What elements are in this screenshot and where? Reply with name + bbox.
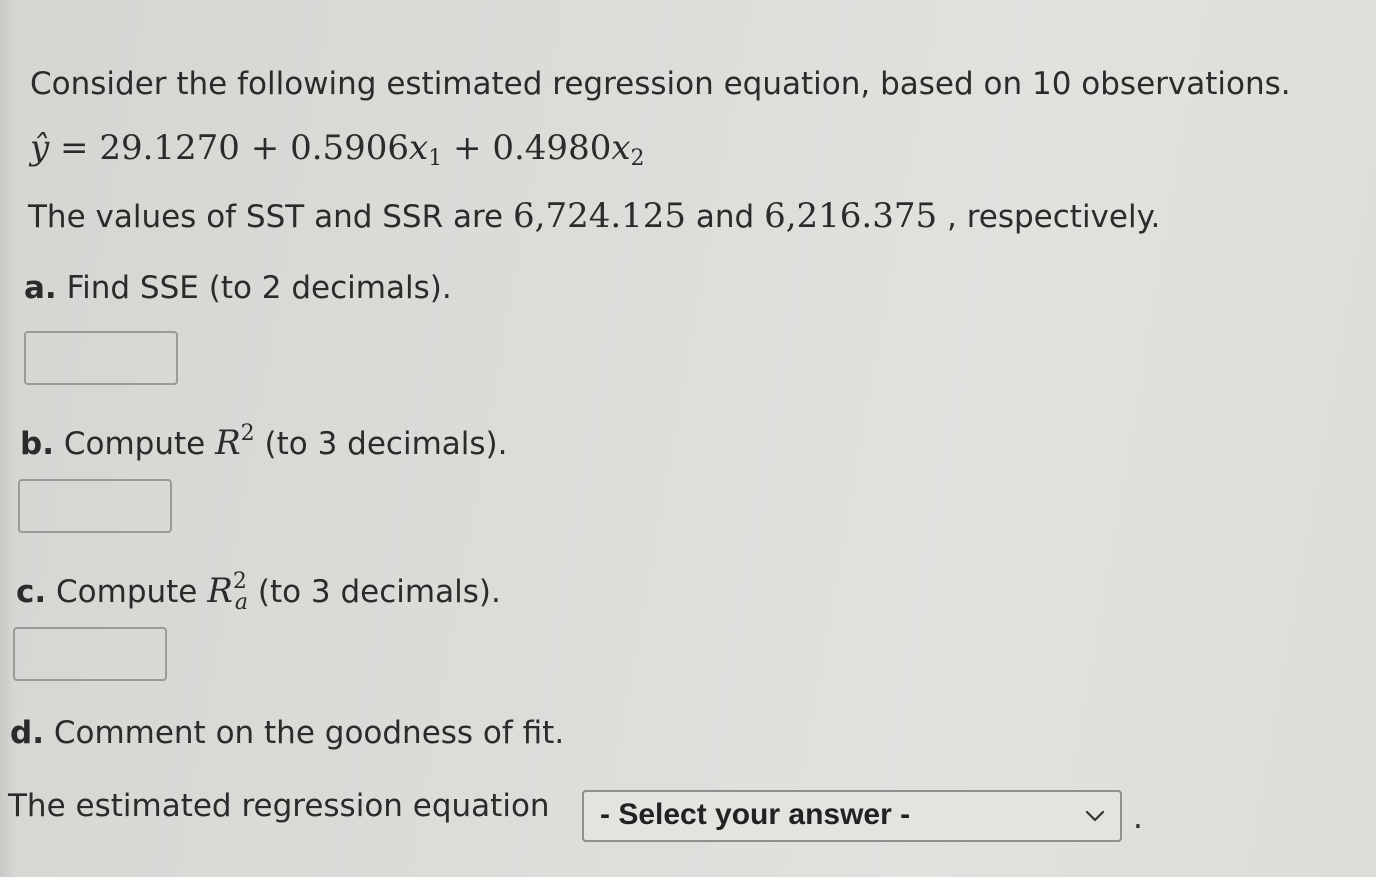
r-squared-answer-input[interactable]: [18, 479, 172, 533]
part-b-question: b. Compute R2 (to 3 decimals).: [20, 414, 508, 464]
ra-symbol: R: [207, 571, 233, 611]
given-values: The values of SST and SSR are 6,724.125 …: [28, 196, 1160, 237]
given-middle: and: [695, 199, 755, 235]
r-symbol: R: [215, 423, 241, 463]
conclusion-period: .: [1133, 800, 1143, 836]
equation-intercept: 29.1270: [99, 128, 240, 168]
adjusted-r-squared-symbol: R2a: [207, 569, 248, 615]
select-label: - Select your answer -: [600, 798, 911, 831]
part-b-letter: b.: [20, 426, 54, 462]
equation-x2: x: [611, 128, 631, 168]
equation-x1-subscript: 1: [428, 146, 443, 171]
r-superscript: 2: [240, 421, 255, 446]
part-c-text-after: (to 3 decimals).: [257, 574, 501, 610]
part-a-letter: a.: [24, 270, 57, 306]
ra-subscript: a: [234, 590, 248, 615]
r-squared-symbol: R2: [215, 421, 255, 463]
part-a-question: a. Find SSE (to 2 decimals).: [24, 268, 452, 308]
regression-equation: ŷ = 29.1270 + 0.5906x1 + 0.4980x2: [30, 128, 645, 179]
sst-value: 6,724.125: [513, 196, 687, 236]
part-d-letter: d.: [10, 715, 44, 751]
part-d-text: Comment on the goodness of fit.: [53, 715, 565, 751]
equation-coef-1: 0.5906: [290, 128, 410, 168]
part-c-letter: c.: [16, 574, 47, 610]
equation-x1: x: [409, 128, 429, 168]
part-a-text: Find SSE (to 2 decimals).: [66, 270, 452, 306]
intro-text: Consider the following estimated regress…: [30, 66, 1291, 102]
ssr-value: 6,216.375: [764, 196, 938, 236]
equation-x2-subscript: 2: [630, 146, 645, 171]
equation-yhat: ŷ: [30, 128, 50, 168]
adjusted-r-squared-answer-input[interactable]: [13, 627, 167, 681]
part-c-text-before: Compute: [56, 574, 198, 610]
given-suffix: , respectively.: [947, 199, 1161, 235]
equation-coef-2: 0.4980: [492, 128, 612, 168]
given-prefix: The values of SST and SSR are: [28, 199, 504, 235]
chevron-down-icon: [1085, 810, 1105, 822]
equation-equals: =: [60, 128, 89, 168]
equation-plus-2: +: [453, 128, 482, 168]
sse-answer-input[interactable]: [24, 331, 178, 385]
part-b-text-after: (to 3 decimals).: [264, 426, 508, 462]
part-b-text-before: Compute: [63, 426, 206, 462]
goodness-of-fit-select[interactable]: - Select your answer -: [582, 790, 1122, 842]
part-d-question: d. Comment on the goodness of fit.: [10, 713, 564, 753]
conclusion-prefix: The estimated regression equation: [8, 788, 550, 824]
equation-plus-1: +: [250, 128, 280, 168]
part-c-question: c. Compute R2a (to 3 decimals).: [16, 562, 501, 623]
